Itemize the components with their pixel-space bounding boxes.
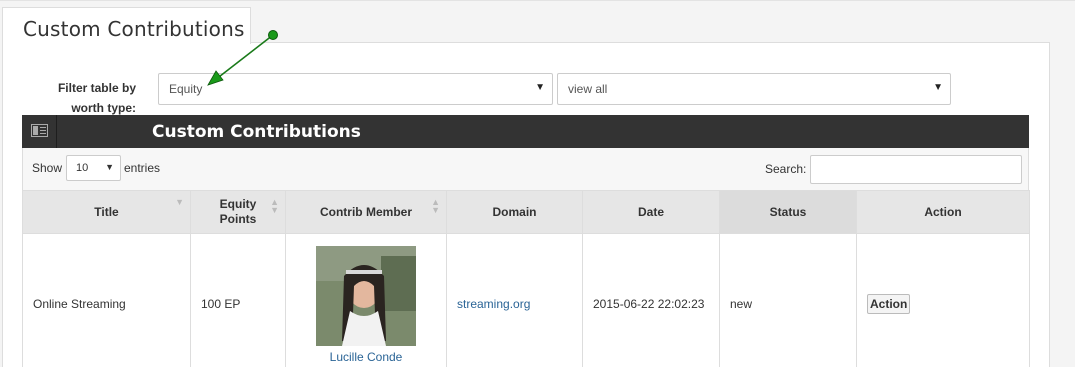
search-input[interactable] <box>810 155 1022 184</box>
cell-points: 100 EP <box>190 233 286 367</box>
page: Custom Contributions Filter table by wor… <box>0 0 1075 367</box>
filter-label: Filter table by worth type: <box>57 81 136 115</box>
table-header-bar: Custom Contributions <box>22 115 1029 148</box>
chevron-down-icon: ▼ <box>535 82 545 93</box>
chevron-down-icon: ▼ <box>105 162 114 172</box>
table-row: Online Streaming 100 EP Lucille Conde st… <box>22 233 1030 367</box>
chevron-down-icon: ▼ <box>933 82 943 93</box>
contributions-table: Title ▼ Equity Points ▲ ▼ Contrib Member ▲ ▼ … <box>22 190 1030 367</box>
sort-icon: ▲ ▼ <box>270 197 279 215</box>
entries-select[interactable]: 10 ▼ <box>66 155 121 181</box>
column-header-date[interactable]: Date <box>582 190 720 234</box>
entries-value: 10 <box>76 162 89 174</box>
cell-domain: streaming.org <box>446 233 583 367</box>
domain-link[interactable]: streaming.org <box>457 297 530 311</box>
column-header-action: Action <box>856 190 1030 234</box>
avatar[interactable] <box>316 245 416 346</box>
column-header-domain[interactable]: Domain <box>446 190 583 234</box>
show-label: Show <box>32 161 63 175</box>
entries-label: entries <box>124 161 161 175</box>
table-title: Custom Contributions <box>152 122 361 142</box>
cell-member: Lucille Conde <box>285 233 447 367</box>
cell-action: Action <box>856 233 1030 367</box>
member-link[interactable]: Lucille Conde <box>330 350 403 364</box>
column-header-contrib-member[interactable]: Contrib Member ▲ ▼ <box>285 190 447 234</box>
column-header-equity-points[interactable]: Equity Points ▲ ▼ <box>190 190 286 234</box>
sort-icon: ▲ ▼ <box>431 197 440 215</box>
cell-title: Online Streaming <box>22 233 191 367</box>
list-icon <box>22 115 57 148</box>
action-button[interactable]: Action <box>867 293 911 314</box>
view-select[interactable]: view all ▼ <box>557 73 951 105</box>
cell-status: new <box>719 233 857 367</box>
worth-type-value: Equity <box>169 82 203 96</box>
green-arrow-annotation <box>207 30 278 86</box>
column-header-title[interactable]: Title ▼ <box>22 190 191 234</box>
sort-desc-icon: ▼ <box>175 197 184 207</box>
search-label: Search: <box>765 162 807 176</box>
table-toolbar: Show 10 ▼ entries Search: <box>22 148 1029 190</box>
view-value: view all <box>568 82 608 96</box>
top-divider <box>0 0 1075 1</box>
cell-date: 2015-06-22 22:02:23 <box>582 233 720 367</box>
table-header-row: Title ▼ Equity Points ▲ ▼ Contrib Member ▲ ▼ … <box>22 190 1030 234</box>
column-header-status[interactable]: Status <box>719 190 857 234</box>
